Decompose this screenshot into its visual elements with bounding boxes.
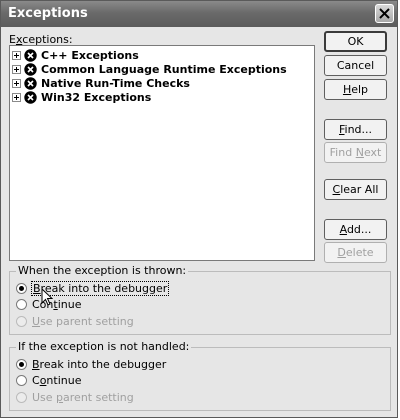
radio-button[interactable] [16, 392, 27, 403]
plus-box-icon[interactable] [12, 64, 21, 74]
radio-label: Use parent setting [32, 391, 134, 404]
x-circle-icon [24, 48, 37, 62]
close-icon [379, 8, 390, 19]
help-button[interactable]: Help [324, 79, 387, 100]
tree-item-native-checks[interactable]: Native Run-Time Checks [12, 76, 190, 90]
not-handled-continue-option[interactable]: Continue [16, 374, 81, 387]
plus-box-icon[interactable] [12, 78, 21, 88]
exceptions-tree[interactable]: C++ Exceptions Common Language Runtime E… [9, 45, 315, 261]
tree-item-label: Native Run-Time Checks [41, 76, 190, 90]
radio-button[interactable] [16, 316, 27, 327]
radio-label: Continue [32, 374, 82, 387]
radio-button[interactable] [16, 375, 27, 386]
mouse-pointer-icon [41, 288, 53, 306]
radio-button[interactable] [16, 299, 27, 310]
title-bar: Exceptions [1, 1, 397, 27]
exceptions-dialog: Exceptions Exceptions: C++ Exceptions Co… [0, 0, 398, 418]
add-button[interactable]: Add... [324, 219, 387, 240]
radio-label: Break into the debugger [32, 358, 167, 371]
ok-button[interactable]: OK [324, 31, 387, 52]
plus-box-icon[interactable] [12, 92, 21, 102]
tree-item-cpp[interactable]: C++ Exceptions [12, 48, 139, 62]
plus-box-icon[interactable] [12, 50, 21, 60]
tree-item-label: Common Language Runtime Exceptions [41, 62, 287, 76]
find-next-button[interactable]: Find Next [324, 142, 387, 163]
x-circle-icon [24, 90, 37, 104]
delete-button[interactable]: Delete [324, 242, 387, 263]
tree-item-label: C++ Exceptions [41, 48, 139, 62]
tree-item-win32[interactable]: Win32 Exceptions [12, 90, 151, 104]
window-title: Exceptions [8, 6, 88, 21]
not-handled-break-option[interactable]: Break into the debugger [16, 358, 166, 371]
tree-item-label: Win32 Exceptions [41, 90, 152, 104]
radio-label: Continue [32, 298, 82, 311]
cancel-button[interactable]: Cancel [324, 55, 387, 76]
thrown-group-title: When the exception is thrown: [16, 264, 189, 277]
close-button[interactable] [375, 4, 394, 23]
thrown-break-option[interactable]: Break into the debugger [16, 281, 170, 296]
radio-button[interactable] [16, 283, 27, 294]
thrown-group: When the exception is thrown: Break into… [9, 264, 391, 335]
radio-button[interactable] [16, 359, 27, 370]
thrown-parent-option[interactable]: Use parent setting [16, 315, 134, 328]
x-circle-icon [24, 76, 37, 90]
tree-item-clr[interactable]: Common Language Runtime Exceptions [12, 62, 287, 76]
find-button[interactable]: Find... [324, 119, 387, 140]
not-handled-group: If the exception is not handled: Break i… [9, 340, 391, 411]
not-handled-parent-option[interactable]: Use parent setting [16, 391, 134, 404]
radio-label: Use parent setting [32, 315, 134, 328]
not-handled-group-title: If the exception is not handled: [16, 340, 192, 353]
x-circle-icon [24, 62, 37, 76]
clear-all-button[interactable]: Clear All [324, 179, 387, 200]
